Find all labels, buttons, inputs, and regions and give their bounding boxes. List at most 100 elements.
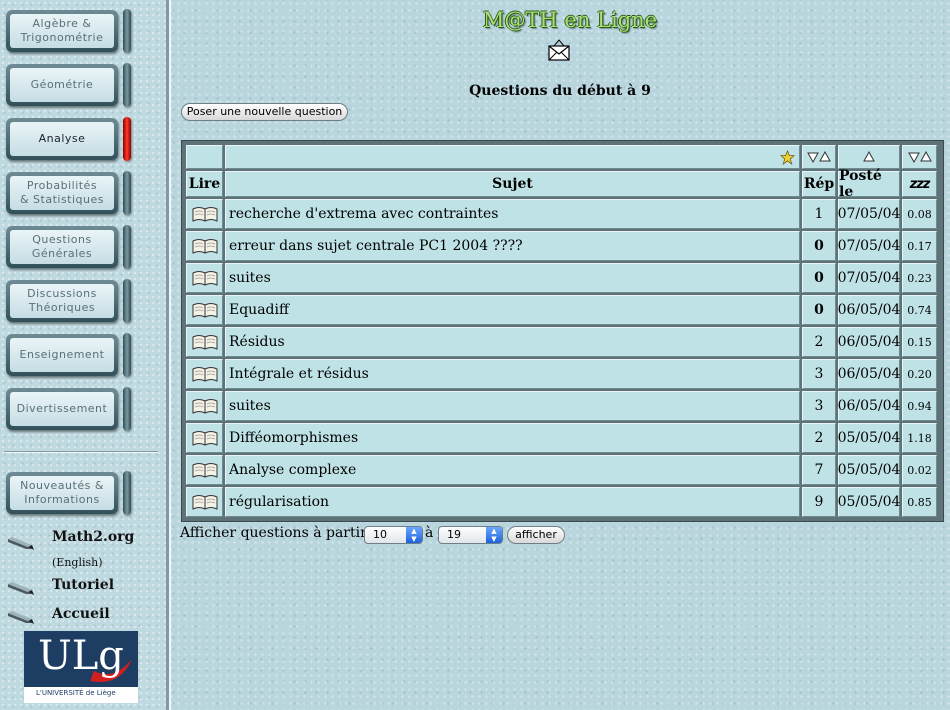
- score-cell: 0.23: [902, 263, 937, 293]
- subject-cell[interactable]: erreur dans sujet centrale PC1 2004 ????: [225, 231, 800, 261]
- subject-cell[interactable]: suites: [225, 391, 800, 421]
- from-select[interactable]: 10 ▲ ▼: [364, 526, 423, 544]
- posted-date-cell: 05/05/04: [838, 487, 900, 517]
- score-sort-cell: [902, 145, 937, 169]
- subject-cell[interactable]: Analyse complexe: [225, 455, 800, 485]
- nav-entertainment[interactable]: Divertissement: [6, 388, 118, 430]
- to-select-value: 19: [447, 528, 461, 541]
- nav-label: Enseignement: [10, 338, 114, 372]
- replies-cell: 2: [802, 327, 836, 357]
- posted-date-cell: 07/05/04: [838, 231, 900, 261]
- replies-cell: 3: [802, 359, 836, 389]
- select-arrows-icon: ▲ ▼: [406, 527, 422, 543]
- to-select[interactable]: 19 ▲ ▼: [438, 526, 503, 544]
- ulg-logo[interactable]: ULg L'UNIVERSITÉ de Liège: [24, 631, 138, 703]
- nav-label: Géométrie: [10, 68, 114, 102]
- pencil-icon: [8, 537, 34, 550]
- read-cell[interactable]: [186, 455, 223, 485]
- replies-sort-cell: [802, 145, 836, 169]
- date-sort-cell: [838, 145, 900, 169]
- score-cell: 0.94: [902, 391, 937, 421]
- new-question-button[interactable]: Poser une nouvelle question: [181, 103, 348, 121]
- replies-cell: 0: [802, 295, 836, 325]
- nav-analysis[interactable]: Analyse: [6, 118, 118, 160]
- pencil-icon: [8, 582, 34, 595]
- open-book-icon: [192, 367, 217, 382]
- replies-cell: 0: [802, 231, 836, 261]
- posted-date-cell: 06/05/04: [838, 359, 900, 389]
- score-cell: 0.74: [902, 295, 937, 325]
- posted-date-cell: 06/05/04: [838, 391, 900, 421]
- nav-tab-active-indicator: [123, 117, 131, 161]
- open-book-icon: [192, 271, 217, 286]
- nav-news-information[interactable]: Nouveautés & Informations: [6, 472, 118, 514]
- subject-cell[interactable]: recherche d'extrema avec contraintes: [225, 199, 800, 229]
- nav-tab-indicator: [123, 387, 131, 431]
- nav-probability-statistics[interactable]: Probabilités & Statistiques: [6, 172, 118, 214]
- link-math2org[interactable]: Math2.org: [52, 529, 134, 545]
- nav-theoretical-discussions[interactable]: Discussions Théoriques: [6, 280, 118, 322]
- sort-ascending-icon[interactable]: [919, 151, 932, 163]
- score-cell: 0.08: [902, 199, 937, 229]
- score-cell: 0.17: [902, 231, 937, 261]
- nav-teaching[interactable]: Enseignement: [6, 334, 118, 376]
- open-book-icon: [192, 463, 217, 478]
- nav-algebra-trigonometry[interactable]: Algèbre & Trigonométrie: [6, 10, 118, 52]
- star-icon[interactable]: [780, 149, 795, 165]
- column-header-replies: Rép: [802, 171, 836, 197]
- subject-cell[interactable]: Intégrale et résidus: [225, 359, 800, 389]
- from-select-value: 10: [373, 528, 387, 541]
- nav-tab-indicator: [123, 171, 131, 215]
- read-cell[interactable]: [186, 359, 223, 389]
- nav-geometry[interactable]: Géométrie: [6, 64, 118, 106]
- open-book-icon: [192, 399, 217, 414]
- read-cell[interactable]: [186, 263, 223, 293]
- sort-descending-icon[interactable]: [807, 151, 819, 163]
- sort-ascending-icon[interactable]: [819, 151, 831, 163]
- score-cell: 0.15: [902, 327, 937, 357]
- score-cell: 1.18: [902, 423, 937, 453]
- show-button[interactable]: afficher: [507, 526, 565, 544]
- score-cell: 0.20: [902, 359, 937, 389]
- read-cell[interactable]: [186, 199, 223, 229]
- subject-cell[interactable]: Difféomorphismes: [225, 423, 800, 453]
- posted-date-cell: 06/05/04: [838, 327, 900, 357]
- read-cell[interactable]: [186, 487, 223, 517]
- nav-general-questions[interactable]: Questions Générales: [6, 226, 118, 268]
- open-book-icon: [192, 495, 217, 510]
- sort-ascending-icon[interactable]: [863, 151, 875, 163]
- open-book-icon: [192, 431, 217, 446]
- read-cell[interactable]: [186, 391, 223, 421]
- nav-label: Algèbre & Trigonométrie: [10, 14, 114, 48]
- table-toolbar-subject: [225, 145, 800, 169]
- read-cell[interactable]: [186, 295, 223, 325]
- posted-date-cell: 05/05/04: [838, 423, 900, 453]
- nav-tab-indicator: [123, 9, 131, 53]
- logo-caption: L'UNIVERSITÉ de Liège: [36, 689, 116, 697]
- subject-cell[interactable]: Résidus: [225, 327, 800, 357]
- posted-date-cell: 07/05/04: [838, 263, 900, 293]
- subject-cell[interactable]: suites: [225, 263, 800, 293]
- site-title: M@TH en Ligne: [482, 8, 658, 32]
- column-header-subject: Sujet: [225, 171, 800, 197]
- read-cell[interactable]: [186, 327, 223, 357]
- nav-label: Questions Générales: [10, 230, 114, 264]
- score-cell: 0.02: [902, 455, 937, 485]
- link-tutorial[interactable]: Tutoriel: [52, 577, 114, 593]
- subject-cell[interactable]: Equadiff: [225, 295, 800, 325]
- posted-date-cell: 05/05/04: [838, 455, 900, 485]
- mail-icon[interactable]: [548, 38, 570, 62]
- pagination-separator: à: [425, 525, 434, 541]
- nav-tab-indicator: [123, 333, 131, 377]
- link-home[interactable]: Accueil: [52, 606, 110, 622]
- table-toolbar-empty: [186, 145, 223, 169]
- read-cell[interactable]: [186, 423, 223, 453]
- questions-heading: Questions du début à 9: [469, 83, 651, 99]
- sort-descending-icon[interactable]: [907, 151, 920, 163]
- nav-label: Analyse: [10, 122, 114, 156]
- open-book-icon: [192, 239, 217, 254]
- sidebar: Algèbre & Trigonométrie Géométrie Analys…: [0, 0, 169, 710]
- read-cell[interactable]: [186, 231, 223, 261]
- subject-cell[interactable]: régularisation: [225, 487, 800, 517]
- nav-label: Discussions Théoriques: [10, 284, 114, 318]
